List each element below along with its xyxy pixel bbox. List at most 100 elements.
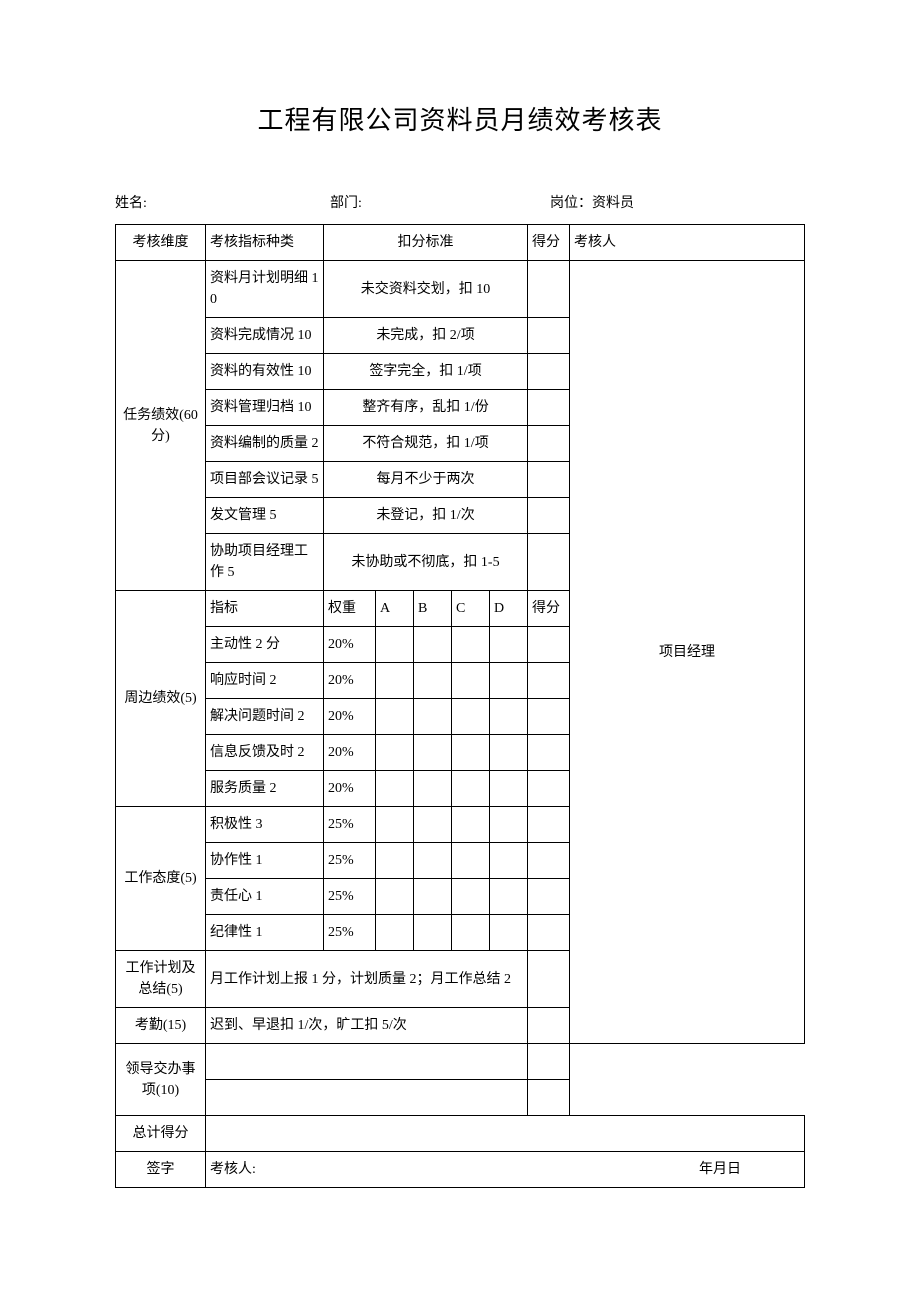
grade-cell[interactable] xyxy=(376,699,414,735)
grade-cell[interactable] xyxy=(376,807,414,843)
assigned-desc[interactable] xyxy=(206,1044,528,1080)
score-cell[interactable] xyxy=(528,627,570,663)
indicator-cell: 资料管理归档 10 xyxy=(206,390,324,426)
grade-cell[interactable] xyxy=(414,699,452,735)
c-header: C xyxy=(452,591,490,627)
score-cell[interactable] xyxy=(528,354,570,390)
grade-cell[interactable] xyxy=(376,771,414,807)
grade-cell[interactable] xyxy=(490,879,528,915)
grade-cell[interactable] xyxy=(414,663,452,699)
grade-cell[interactable] xyxy=(452,663,490,699)
dim-sign: 签字 xyxy=(116,1152,206,1188)
table-row: 领导交办事项(10) xyxy=(116,1044,805,1080)
grade-cell[interactable] xyxy=(490,807,528,843)
grade-cell[interactable] xyxy=(414,843,452,879)
grade-cell[interactable] xyxy=(490,735,528,771)
grade-cell[interactable] xyxy=(452,627,490,663)
score-header: 得分 xyxy=(528,591,570,627)
score-cell[interactable] xyxy=(528,951,570,1008)
grade-cell[interactable] xyxy=(414,735,452,771)
indicator-cell: 协助项目经理工作 5 xyxy=(206,534,324,591)
grade-cell[interactable] xyxy=(490,915,528,951)
weight-cell: 25% xyxy=(324,915,376,951)
weight-cell: 25% xyxy=(324,843,376,879)
sign-date-label: 年月日 xyxy=(699,1159,801,1180)
score-cell[interactable] xyxy=(528,498,570,534)
score-cell[interactable] xyxy=(528,699,570,735)
weight-cell: 20% xyxy=(324,771,376,807)
score-cell[interactable] xyxy=(528,426,570,462)
sign-reviewer-label: 考核人: xyxy=(210,1159,256,1180)
grade-cell[interactable] xyxy=(376,627,414,663)
attendance-desc: 迟到、早退扣 1/次，旷工扣 5/次 xyxy=(206,1008,528,1044)
weight-cell: 25% xyxy=(324,879,376,915)
grade-cell[interactable] xyxy=(414,879,452,915)
dim-attitude: 工作态度(5) xyxy=(116,807,206,951)
score-cell[interactable] xyxy=(528,879,570,915)
grade-cell[interactable] xyxy=(490,771,528,807)
grade-cell[interactable] xyxy=(490,699,528,735)
dim-assigned: 领导交办事项(10) xyxy=(116,1044,206,1116)
sign-cell[interactable]: 考核人: 年月日 xyxy=(206,1152,805,1188)
hdr-reviewer: 考核人 xyxy=(570,225,805,261)
score-cell[interactable] xyxy=(528,1044,570,1080)
table-row: 任务绩效(60分) 资料月计划明细 10 未交资料交划，扣 10 项目经理 xyxy=(116,261,805,318)
grade-cell[interactable] xyxy=(490,663,528,699)
total-cell[interactable] xyxy=(206,1116,805,1152)
score-cell[interactable] xyxy=(528,915,570,951)
score-cell[interactable] xyxy=(528,735,570,771)
reviewer-cell: 项目经理 xyxy=(570,261,805,1044)
grade-cell[interactable] xyxy=(452,735,490,771)
std-cell: 整齐有序，乱扣 1/份 xyxy=(324,390,528,426)
weight-cell: 20% xyxy=(324,699,376,735)
info-row: 姓名: 部门: 岗位： 资料员 xyxy=(115,192,805,212)
table-row: 签字 考核人: 年月日 xyxy=(116,1152,805,1188)
indicator-cell: 服务质量 2 xyxy=(206,771,324,807)
indicator-cell: 积极性 3 xyxy=(206,807,324,843)
score-cell[interactable] xyxy=(528,663,570,699)
grade-cell[interactable] xyxy=(490,627,528,663)
std-cell: 每月不少于两次 xyxy=(324,462,528,498)
b-header: B xyxy=(414,591,452,627)
score-cell[interactable] xyxy=(528,771,570,807)
score-cell[interactable] xyxy=(528,261,570,318)
dim-plan: 工作计划及总结(5) xyxy=(116,951,206,1008)
grade-cell[interactable] xyxy=(414,915,452,951)
score-cell[interactable] xyxy=(528,534,570,591)
indicator-cell: 项目部会议记录 5 xyxy=(206,462,324,498)
grade-cell[interactable] xyxy=(376,735,414,771)
score-cell[interactable] xyxy=(528,843,570,879)
score-cell[interactable] xyxy=(528,318,570,354)
grade-cell[interactable] xyxy=(452,771,490,807)
dim-task: 任务绩效(60分) xyxy=(116,261,206,591)
grade-cell[interactable] xyxy=(452,843,490,879)
std-cell: 未协助或不彻底，扣 1-5 xyxy=(324,534,528,591)
score-cell[interactable] xyxy=(528,390,570,426)
pos-value: 资料员 xyxy=(592,192,634,212)
indicator-cell: 信息反馈及时 2 xyxy=(206,735,324,771)
weight-cell: 20% xyxy=(324,663,376,699)
grade-cell[interactable] xyxy=(414,771,452,807)
page-title: 工程有限公司资料员月绩效考核表 xyxy=(115,100,805,137)
score-cell[interactable] xyxy=(528,1080,570,1116)
score-cell[interactable] xyxy=(528,807,570,843)
grade-cell[interactable] xyxy=(376,915,414,951)
hdr-score: 得分 xyxy=(528,225,570,261)
indicator-cell: 资料的有效性 10 xyxy=(206,354,324,390)
assigned-desc[interactable] xyxy=(206,1080,528,1116)
grade-cell[interactable] xyxy=(414,807,452,843)
score-cell[interactable] xyxy=(528,1008,570,1044)
grade-cell[interactable] xyxy=(376,879,414,915)
grade-cell[interactable] xyxy=(376,663,414,699)
grade-cell[interactable] xyxy=(452,807,490,843)
grade-cell[interactable] xyxy=(376,843,414,879)
indicator-cell: 发文管理 5 xyxy=(206,498,324,534)
std-cell: 不符合规范，扣 1/项 xyxy=(324,426,528,462)
grade-cell[interactable] xyxy=(452,879,490,915)
grade-cell[interactable] xyxy=(452,699,490,735)
table-header-row: 考核维度 考核指标种类 扣分标准 得分 考核人 xyxy=(116,225,805,261)
grade-cell[interactable] xyxy=(414,627,452,663)
score-cell[interactable] xyxy=(528,462,570,498)
grade-cell[interactable] xyxy=(490,843,528,879)
grade-cell[interactable] xyxy=(452,915,490,951)
